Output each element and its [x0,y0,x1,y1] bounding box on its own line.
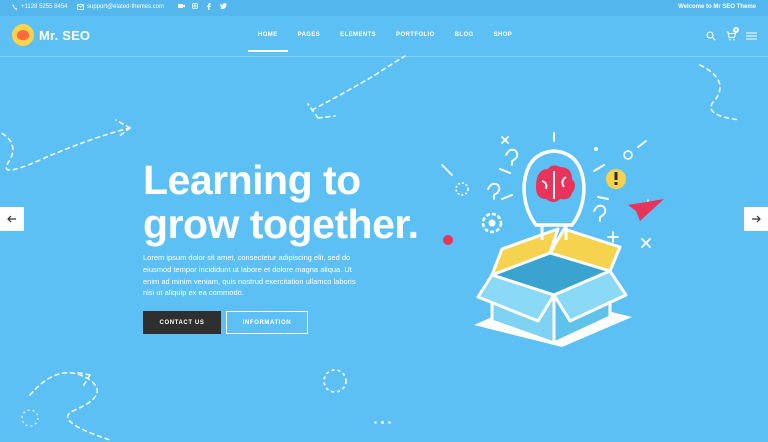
site-logo[interactable]: Mr. SEO [12,24,90,46]
hero-title-line-1: Learning to [143,157,361,203]
facebook-icon[interactable] [206,3,212,10]
hamburger-icon[interactable] [746,31,757,41]
email-address[interactable]: support@elated-themes.com [87,4,164,10]
contact-us-button[interactable]: CONTACT US [143,311,221,334]
hero-title-line-2: grow together. [143,201,419,247]
slider-pagination [374,421,391,424]
main-navigation: Mr. SEO HOME PAGES ELEMENTS PORTFOLIO BL… [0,16,768,57]
nav-item-pages[interactable]: PAGES [298,32,321,38]
mail-icon [77,4,84,10]
slider-dot-active[interactable] [381,421,384,424]
nav-tools: 0 [706,27,757,41]
email-info: support@elated-themes.com [77,4,164,10]
cart-icon[interactable]: 0 [726,27,739,41]
hero-illustration [441,132,664,347]
top-bar: +1128 5255 8454 support@elated-themes.co… [0,0,768,16]
nav-menu: HOME PAGES ELEMENTS PORTFOLIO BLOG SHOP [248,32,513,52]
nav-item-elements[interactable]: ELEMENTS [340,32,376,38]
twitter-icon[interactable] [220,3,227,9]
phone-icon [12,4,18,10]
nav-item-home[interactable]: HOME [248,32,288,52]
nav-item-shop[interactable]: SHOP [494,32,513,38]
instagram-icon[interactable] [192,3,198,9]
slider-dot[interactable] [374,421,377,424]
video-icon[interactable] [178,3,185,9]
arrow-right-icon [751,215,761,223]
decor-circle [323,369,347,393]
phone-info: +1128 5255 8454 [12,4,67,10]
cart-count-badge: 0 [733,27,739,33]
brand-name: Mr. SEO [39,27,91,43]
phone-number[interactable]: +1128 5255 8454 [21,4,67,10]
social-links [178,3,227,10]
information-button[interactable]: INFORMATION [226,311,308,334]
arrow-left-icon [7,215,17,223]
search-icon[interactable] [706,31,716,41]
slider-dot[interactable] [388,421,391,424]
slider-next-button[interactable] [744,207,768,231]
nav-item-portfolio[interactable]: PORTFOLIO [396,32,435,38]
welcome-text: Welcome to Mr SEO Theme [678,4,756,10]
nav-item-blog[interactable]: BLOG [455,32,474,38]
slider-prev-button[interactable] [0,207,24,231]
hero-description: Lorem ipsum dolor sit amet, consectetur … [143,253,356,298]
logo-mascot-icon [12,24,34,46]
hero-title: Learning to grow together. [143,158,443,246]
